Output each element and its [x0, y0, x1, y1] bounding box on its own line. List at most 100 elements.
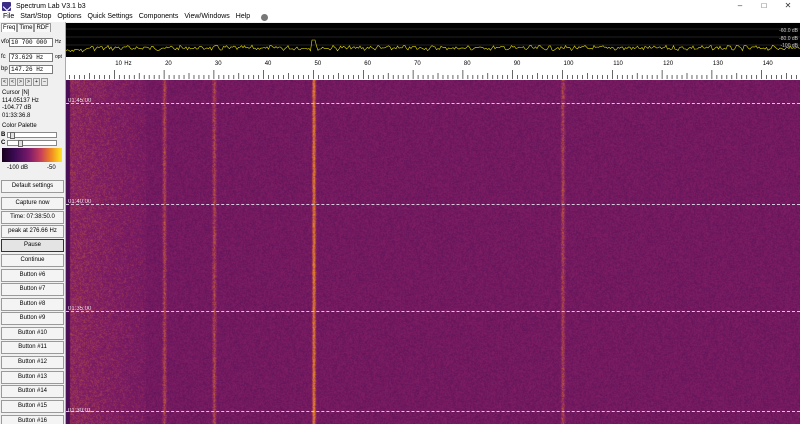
vfo-row: vfo 10 700 000 Hz — [1, 37, 61, 47]
fc-row: fc 73.629 Hz opt — [1, 52, 62, 62]
fc-field[interactable]: 73.629 Hz — [9, 52, 53, 62]
record-indicator-icon — [261, 13, 269, 21]
scroll-left-button[interactable]: < — [9, 78, 16, 86]
waterfall-image — [66, 80, 800, 424]
db-label-bottom: -100 dB — [780, 43, 798, 49]
spectrum-graph — [66, 28, 800, 53]
user-button-16[interactable]: Button #16 — [1, 415, 64, 424]
time-marker-line — [66, 411, 800, 412]
axis-tick-label: 60 — [364, 61, 371, 67]
default-settings-button[interactable]: Default settings — [1, 180, 64, 193]
time-label: 01:40:00 — [68, 199, 92, 205]
close-button[interactable]: ✕ — [776, 0, 800, 12]
contrast-slider[interactable] — [7, 139, 57, 147]
menu-components[interactable]: Components — [136, 12, 182, 22]
axis-tick-label: 10 — [115, 61, 122, 67]
spectrum-lab-window: Spectrum Lab V3.1 b3 – □ ✕ File Start/St… — [0, 0, 800, 424]
color-palette-panel: Color Palette B C -100 dB -50 — [1, 123, 65, 179]
vfo-unit: Hz — [55, 39, 62, 45]
user-button-14[interactable]: Button #14 — [1, 385, 64, 398]
axis-tick-label: 130 — [713, 61, 724, 67]
zoom-in-button[interactable]: + — [33, 78, 40, 86]
waterfall-display[interactable]: 01:45:00 01:40:00 01:35:00 01:30:01 — [66, 80, 800, 424]
bp-field[interactable]: 147.26 Hz — [9, 64, 53, 74]
capture-now-button[interactable]: Capture now — [1, 197, 64, 210]
menu-start-stop[interactable]: Start/Stop — [17, 12, 54, 22]
menu-quick-settings[interactable]: Quick Settings — [85, 12, 136, 22]
axis-tick-label: 40 — [265, 61, 272, 67]
user-button-12[interactable]: Button #12 — [1, 356, 64, 369]
spectrum-trace — [66, 39, 800, 53]
palette-min-label: -100 dB — [7, 165, 29, 171]
palette-title: Color Palette — [2, 123, 37, 129]
palette-max-label: -50 — [47, 165, 56, 171]
menu-file[interactable]: File — [0, 12, 17, 22]
scroll-right-button[interactable]: > — [17, 78, 24, 86]
axis-tick-label: 110 — [613, 61, 623, 67]
user-button-9[interactable]: Button #9 — [1, 312, 64, 325]
peak-button[interactable]: peak at 276.66 Hz — [1, 225, 64, 238]
cursor-info: Cursor [N] 114.05137 Hz -104.77 dB 01:33… — [2, 90, 39, 120]
db-label-mid: -80.0 dB — [779, 36, 798, 42]
frequency-axis: 10 20 30 40 50 60 70 80 90 100 110 120 130 140 Hz — [69, 61, 797, 79]
user-button-8[interactable]: Button #8 — [1, 298, 64, 311]
time-marker-line — [66, 311, 800, 312]
bp-label: bp — [1, 66, 8, 72]
contrast-slider-thumb[interactable] — [18, 139, 23, 147]
cursor-title: Cursor [N] — [2, 90, 30, 96]
contrast-row: C — [1, 139, 57, 147]
time-marker-line — [66, 204, 800, 205]
tab-time[interactable]: Time — [17, 23, 35, 32]
time-marker-line — [66, 103, 800, 104]
scroll-left-fast-button[interactable]: < — [1, 78, 8, 86]
maximize-button[interactable]: □ — [752, 0, 776, 12]
axis-tick-label: 120 — [663, 61, 674, 67]
menu-view-windows[interactable]: View/Windows — [181, 12, 232, 22]
brightness-row: B — [1, 131, 57, 139]
tab-rdf[interactable]: RDF — [34, 23, 51, 32]
vfo-field[interactable]: 10 700 000 — [9, 37, 53, 47]
time-label: 01:45:00 — [68, 98, 92, 104]
axis-tick-label: 50 — [315, 61, 322, 67]
cursor-freq: 114.05137 Hz — [2, 97, 39, 104]
window-title: Spectrum Lab V3.1 b3 — [16, 2, 86, 10]
menu-help[interactable]: Help — [233, 12, 253, 22]
continue-button[interactable]: Continue — [1, 254, 64, 267]
frequency-scale[interactable]: 10 20 30 40 50 60 70 80 90 100 110 120 130 140 Hz — [66, 57, 800, 80]
bp-row: bp 147.26 Hz — [1, 64, 53, 74]
cursor-level: -104.77 dB — [2, 105, 32, 111]
axis-tick-label: 30 — [215, 61, 222, 67]
zoom-out-button[interactable]: – — [41, 78, 48, 86]
user-button-6[interactable]: Button #6 — [1, 269, 64, 282]
user-button-15[interactable]: Button #15 — [1, 400, 64, 413]
scroll-right-fast-button[interactable]: > — [25, 78, 32, 86]
control-panel: Freq Time RDF vfo 10 700 000 Hz fc 73.62… — [0, 22, 66, 424]
panel-tabs: Freq Time RDF — [1, 23, 51, 32]
pause-button[interactable]: Pause — [1, 239, 64, 252]
spectrum-plot[interactable]: -60.0 dB -80.0 dB -100 dB — [66, 23, 800, 57]
time-label: 01:30:01 — [68, 408, 92, 414]
user-button-13[interactable]: Button #13 — [1, 371, 64, 384]
menu-options[interactable]: Options — [54, 12, 84, 22]
menu-bar: File Start/Stop Options Quick Settings C… — [0, 12, 800, 22]
user-button-11[interactable]: Button #11 — [1, 341, 64, 354]
vfo-label: vfo — [1, 39, 10, 45]
user-button-7[interactable]: Button #7 — [1, 283, 64, 296]
axis-tick-label: 100 — [564, 61, 575, 67]
minimize-button[interactable]: – — [728, 0, 752, 12]
cursor-time: 01:33:36.8 — [2, 112, 31, 119]
axis-unit-label: Hz — [124, 61, 131, 67]
user-button-10[interactable]: Button #10 — [1, 327, 64, 340]
fc-option[interactable]: opt — [55, 54, 62, 60]
axis-tick-label: 80 — [464, 61, 471, 67]
axis-tick-label: 20 — [165, 61, 172, 67]
app-icon — [2, 1, 11, 11]
brightness-slider-thumb[interactable] — [10, 131, 15, 139]
time-button[interactable]: Time: 07:38:50.0 — [1, 211, 64, 224]
axis-tick-label: 90 — [514, 61, 521, 67]
brightness-slider[interactable] — [7, 131, 57, 139]
tab-freq[interactable]: Freq — [1, 23, 18, 32]
palette-gradient[interactable] — [2, 148, 62, 162]
time-label: 01:35:00 — [68, 306, 92, 312]
title-bar: Spectrum Lab V3.1 b3 – □ ✕ — [0, 0, 800, 12]
